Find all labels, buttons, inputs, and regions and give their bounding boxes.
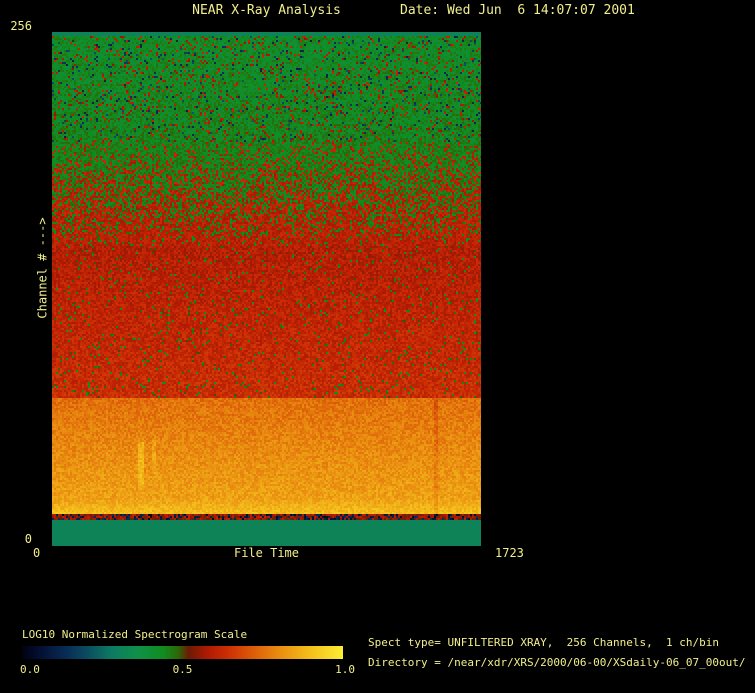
colorbar-tick-mid: 0.5 <box>172 663 193 676</box>
colorbar-title: LOG10 Normalized Spectrogram Scale <box>22 628 248 641</box>
colorbar-tick-max: 1.0 <box>335 663 355 676</box>
directory-line: Directory = /near/xdr/XRS/2000/06-00/XSd… <box>368 656 746 669</box>
colorbar-gradient <box>22 646 343 659</box>
x-axis-title: File Time <box>233 546 300 560</box>
y-axis-min-tick: 0 <box>24 532 32 546</box>
spectrogram-plot <box>52 32 481 546</box>
spectrogram-canvas <box>52 32 481 546</box>
spect-type-line: Spect type= UNFILTERED XRAY, 256 Channel… <box>368 636 719 649</box>
y-axis-title: Channel # ---> <box>35 217 50 319</box>
date-label: Date: Wed Jun 6 14:07:07 2001 <box>400 3 635 18</box>
x-axis-min-tick: 0 <box>33 546 41 560</box>
x-axis-max-tick: 1723 <box>495 546 524 560</box>
xray-analysis-window: NEAR X-Ray Analysis Date: Wed Jun 6 14:0… <box>0 0 755 693</box>
y-axis-max-tick: 256 <box>10 19 32 33</box>
colorbar-ticks: 0.0 0.5 1.0 <box>20 663 355 678</box>
